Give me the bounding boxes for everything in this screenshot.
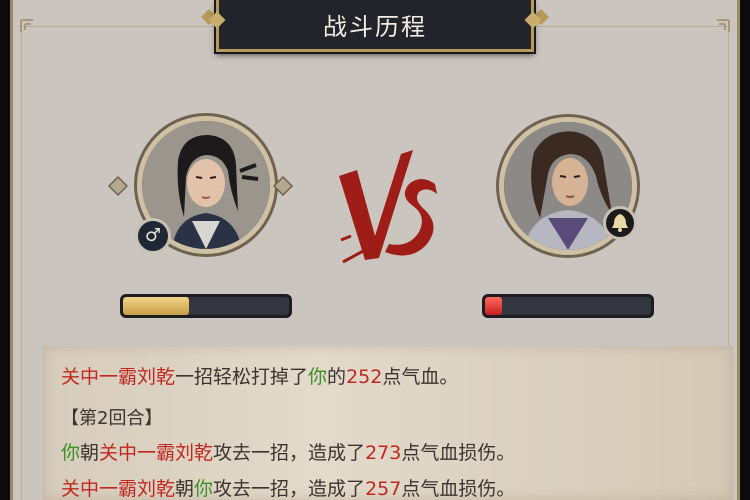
self-name: 你 xyxy=(308,366,328,388)
rank-badge xyxy=(603,206,637,240)
corner-ornament-icon xyxy=(20,19,33,32)
player-hp-fill xyxy=(123,297,190,315)
log-line: 你朝关中一霸刘乾攻去一招，造成了273点气血损伤。 xyxy=(61,438,515,465)
log-text: 攻去一招，造成了 xyxy=(213,478,366,500)
damage-value: 273 xyxy=(365,442,402,464)
bell-icon xyxy=(612,214,628,232)
player-hp-bar xyxy=(120,294,292,318)
enemy-name: 关中一霸刘乾 xyxy=(61,478,176,500)
self-name: 你 xyxy=(194,478,214,500)
log-text: 的 xyxy=(327,366,347,388)
vs-emblem-icon: VS xyxy=(339,150,437,264)
enemy-name: 关中一霸刘乾 xyxy=(61,366,176,388)
self-name: 你 xyxy=(61,442,81,464)
diamond-ornament-icon xyxy=(107,175,129,197)
battle-log[interactable]: 关中一霸刘乾一招轻松打掉了你的252点气血。 【第2回合】 你朝关中一霸刘乾攻去… xyxy=(43,346,733,500)
log-text: 点气血损伤。 xyxy=(401,442,516,464)
opponent-hp-bar xyxy=(482,294,654,318)
log-line: 关中一霸刘乾一招轻松打掉了你的252点气血。 xyxy=(61,362,458,389)
log-text: 朝 xyxy=(80,442,100,464)
male-gender-icon: ♂ xyxy=(135,218,171,254)
round-header: 【第2回合】 xyxy=(61,408,163,429)
battle-frame: ♂ VS 关中一霸刘乾一招轻松打掉了你的252点气血。 xyxy=(10,0,740,500)
damage-value: 252 xyxy=(346,366,383,388)
log-text: 点气血损伤。 xyxy=(401,478,516,500)
damage-value: 257 xyxy=(365,478,402,500)
title-plate: 战斗历程 xyxy=(216,0,534,52)
corner-ornament-icon xyxy=(717,19,730,32)
log-text: 朝 xyxy=(175,478,195,500)
opponent-hp-fill xyxy=(485,297,502,315)
log-text: 一招轻松打掉了 xyxy=(175,366,309,388)
page-title: 战斗历程 xyxy=(323,13,427,41)
log-text: 点气血。 xyxy=(382,366,459,388)
log-text: 攻去一招，造成了 xyxy=(213,442,366,464)
enemy-name: 关中一霸刘乾 xyxy=(99,442,214,464)
diamond-ornament-icon xyxy=(272,175,294,197)
log-line: 关中一霸刘乾朝你攻去一招，造成了257点气血损伤。 xyxy=(61,474,515,500)
